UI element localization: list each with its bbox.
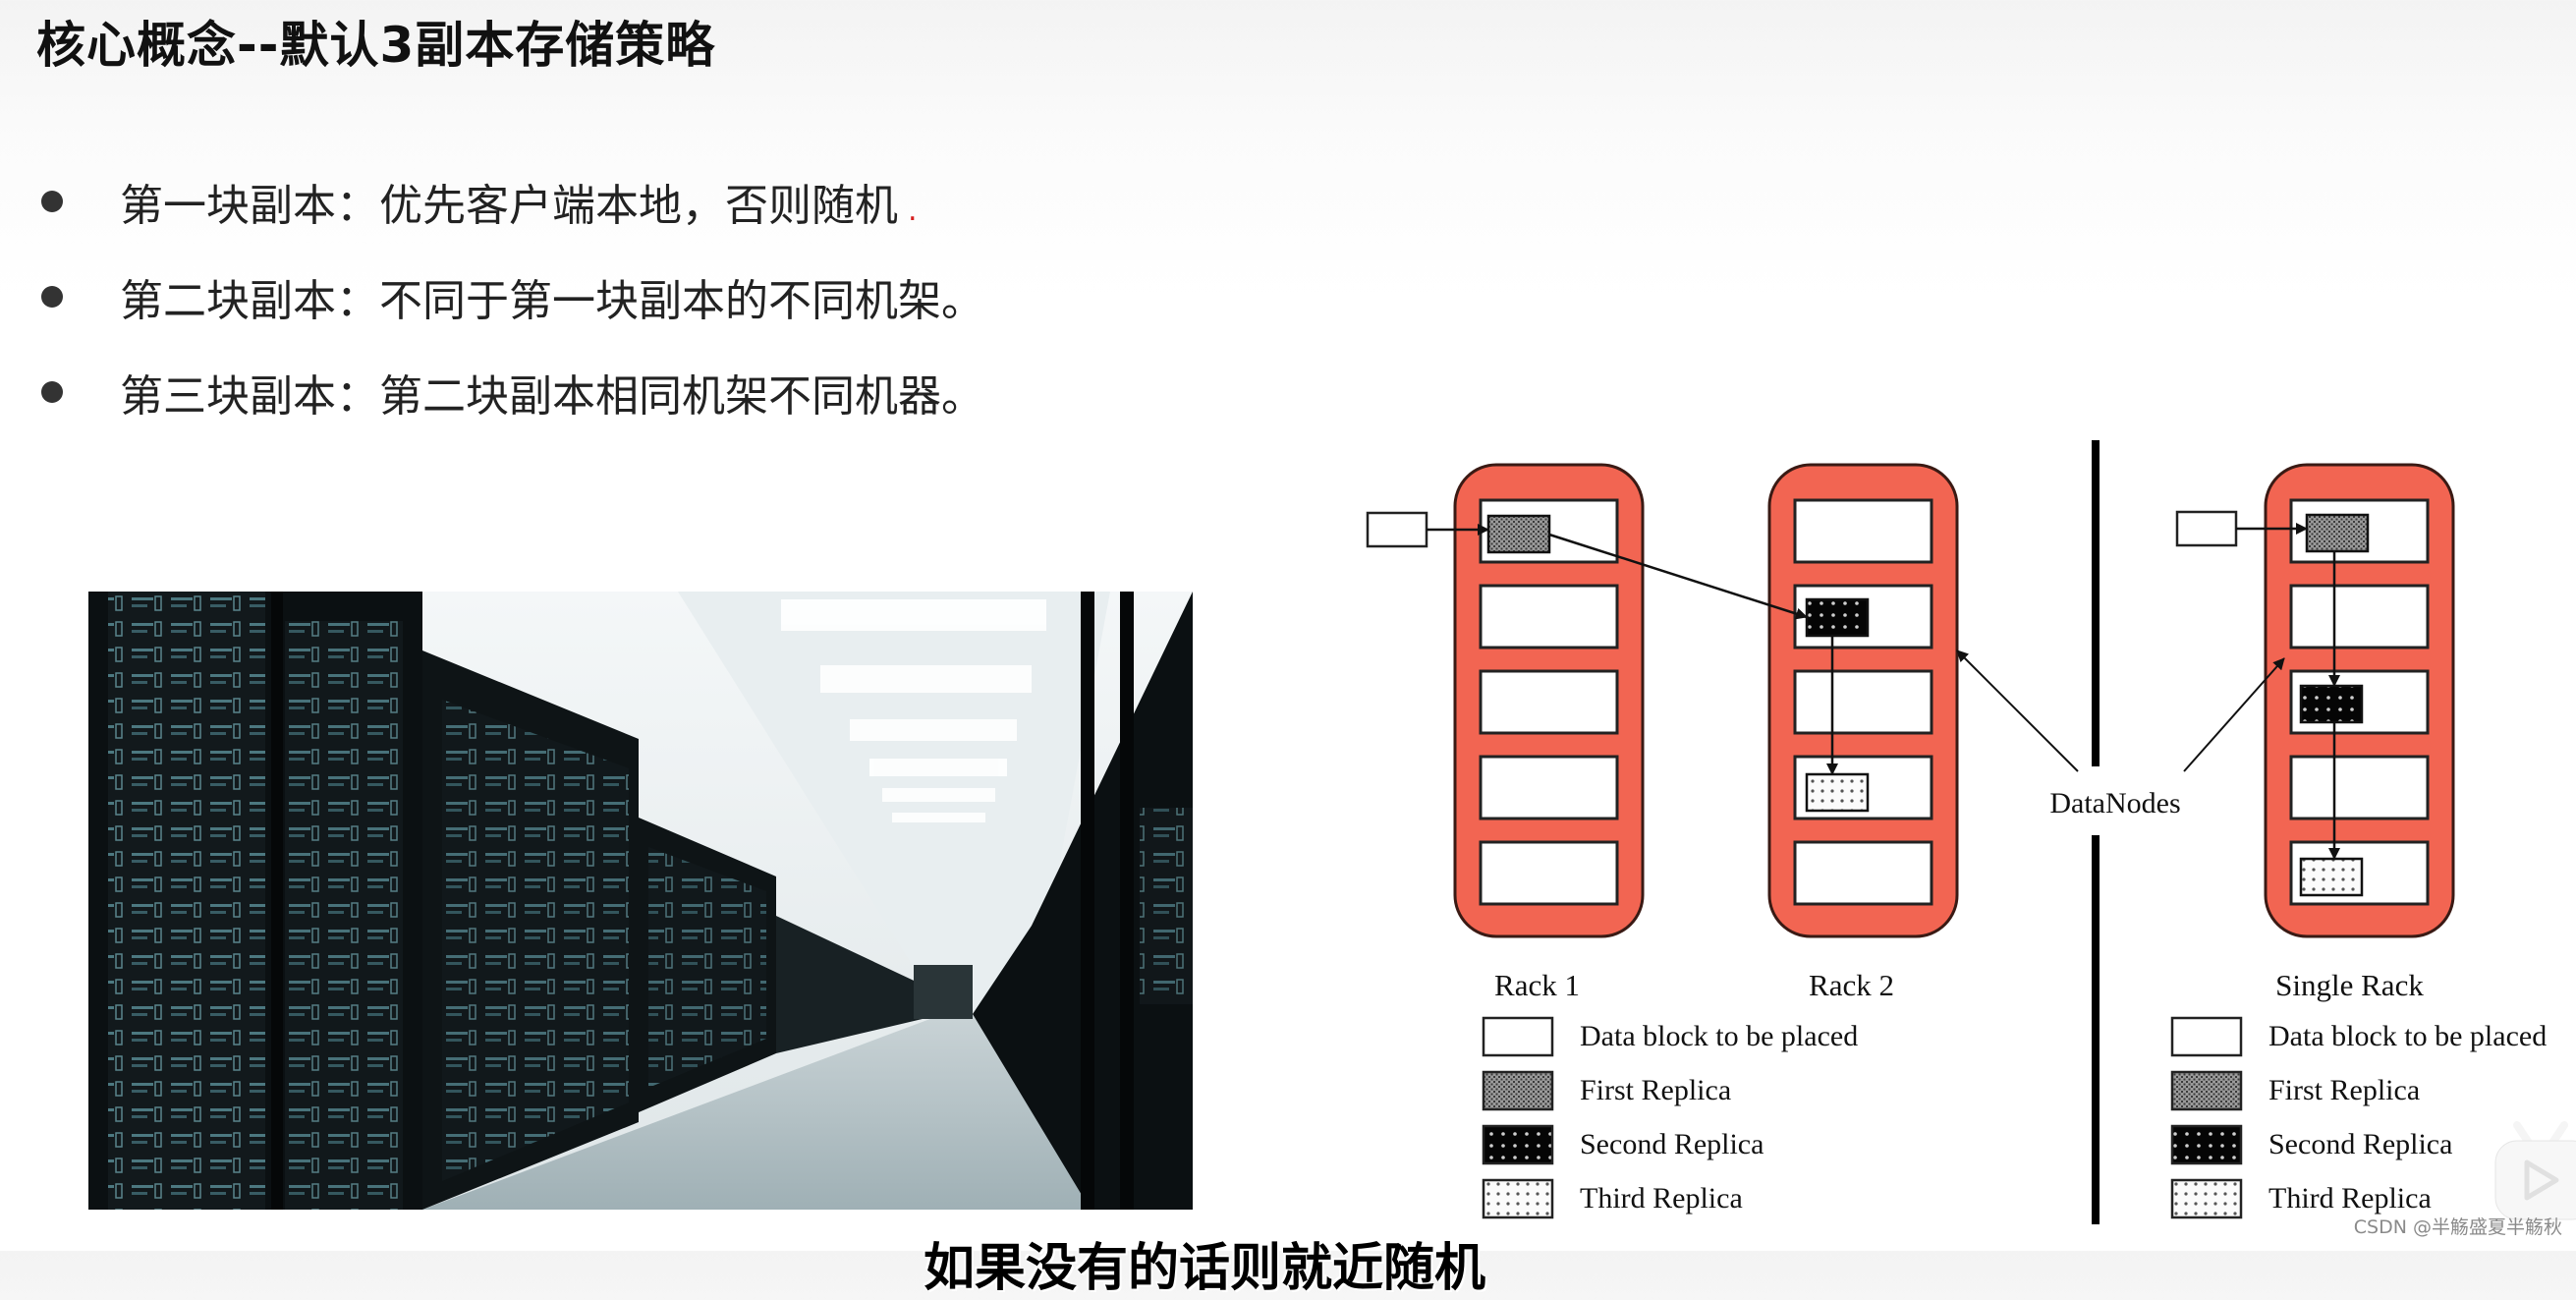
bullet-dot-icon (41, 381, 63, 403)
datacenter-photo (88, 592, 1193, 1210)
legend-swatch-third (1482, 1178, 1554, 1219)
legend-swatch-block (1482, 1016, 1554, 1057)
diagram-canvas: Rack 1 Rack 2 Single Rack Data block to be… (1366, 440, 2547, 1224)
third-replica-block (1805, 772, 1870, 813)
legend-label: Data block to be placed (1580, 1020, 1858, 1052)
datanode-slot (1793, 498, 1933, 564)
bullet-dot-icon (41, 286, 63, 308)
rack-label: Single Rack (2275, 968, 2424, 1002)
rack-label: Rack 1 (1494, 968, 1580, 1002)
first-replica-block (2305, 513, 2370, 553)
datanodes-label: DataNodes (2049, 787, 2180, 820)
bullet-text: 第三块副本：第二块副本相同机架不同机器。 (120, 371, 984, 422)
legend-label: Third Replica (1580, 1182, 1743, 1215)
legend-swatch-block (2170, 1016, 2243, 1057)
second-replica-block (2299, 684, 2364, 724)
datanode-slot (1479, 755, 1619, 820)
datanode-slot (1479, 840, 1619, 906)
bullet-text: 第一块副本：优先客户端本地，否则随机 (120, 181, 898, 231)
datanode-slot (1479, 584, 1619, 650)
bullet-text: 第二块副本：不同于第一块副本的不同机架。 (120, 276, 984, 326)
bullet-item: 第二块副本：不同于第一块副本的不同机架。 (39, 262, 1120, 331)
legend-swatch-second (1482, 1124, 1554, 1165)
legend-label: Second Replica (2268, 1128, 2452, 1160)
rack-label: Rack 2 (1809, 968, 1894, 1002)
bullet-item: 第一块副本：优先客户端本地，否则随机. (39, 167, 1120, 236)
legend-label: Third Replica (2268, 1182, 2432, 1215)
second-replica-block (1805, 597, 1870, 638)
legend-swatch-third (2170, 1178, 2243, 1219)
data-block-source (2175, 510, 2238, 547)
cursor-mark: . (908, 194, 918, 228)
legend-label: First Replica (1580, 1074, 1731, 1106)
datanode-slot (2289, 755, 2430, 820)
rack: Rack 2 (1767, 463, 1959, 1002)
datanode-pointer (1956, 650, 2079, 772)
video-subtitle: 如果没有的话则就近随机 (924, 1239, 1486, 1298)
bullet-item: 第三块副本：第二块副本相同机架不同机器。 (39, 358, 1120, 426)
first-replica-block (1486, 514, 1551, 554)
legend-swatch-first (1482, 1070, 1554, 1111)
slide-title: 核心概念--默认3副本存储策略 (36, 17, 716, 74)
datanode-slot (1479, 669, 1619, 735)
data-block-source (1366, 511, 1428, 548)
bilibili-tv-icon[interactable] (2488, 1115, 2576, 1223)
legend: Data block to be placed First Replica Seco… (1482, 1016, 1858, 1219)
csdn-watermark: CSDN @半觞盛夏半觞秋 (2353, 1216, 2562, 1238)
third-replica-block (2299, 857, 2364, 897)
datanode-slot (1793, 669, 1933, 735)
legend-label: Data block to be placed (2268, 1020, 2547, 1052)
legend-label: Second Replica (1580, 1128, 1764, 1160)
legend-swatch-second (2170, 1124, 2243, 1165)
bullet-dot-icon (41, 191, 63, 212)
legend-swatch-first (2170, 1070, 2243, 1111)
datanode-slot (2289, 584, 2430, 650)
legend-label: First Replica (2268, 1074, 2420, 1106)
server-aisle-image (88, 592, 1193, 1210)
datanode-slot (1793, 840, 1933, 906)
replica-placement-diagram: Rack 1 Rack 2 Single Rack Data block to be… (1356, 432, 2576, 1238)
